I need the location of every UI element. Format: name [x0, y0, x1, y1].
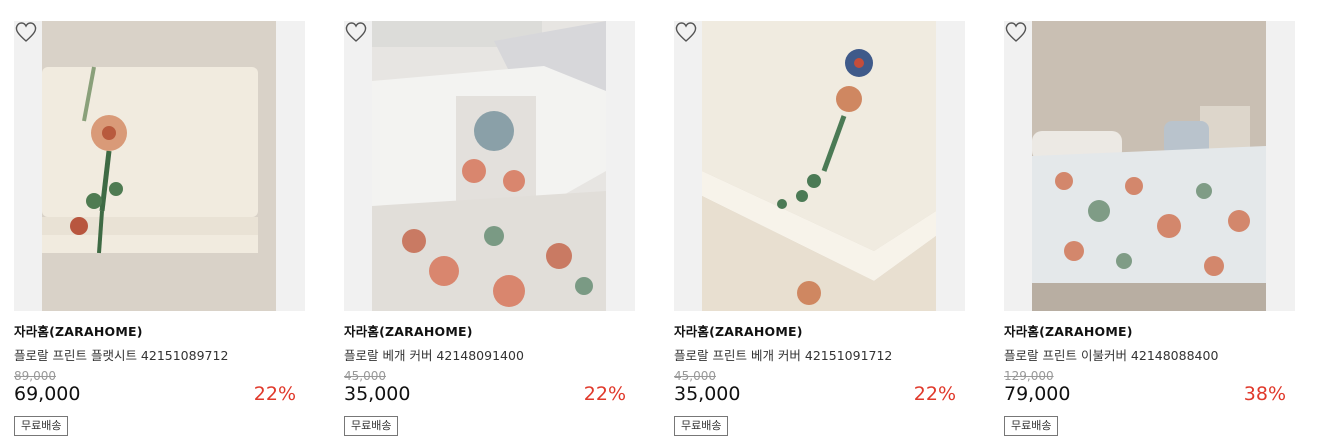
- original-price: 89,000: [14, 369, 56, 383]
- original-price: 45,000: [344, 369, 386, 383]
- brand-name[interactable]: 자라홈(ZARAHOME): [674, 321, 965, 340]
- product-name[interactable]: 플로랄 프린트 이불커버 42148088400: [1004, 345, 1295, 364]
- free-shipping-badge: 무료배송: [674, 416, 729, 436]
- free-shipping-badge: 무료배송: [14, 416, 69, 436]
- product-card[interactable]: 자라홈(ZARAHOME) 플로랄 프린트 플랫시트 42151089712 8…: [14, 21, 305, 436]
- product-grid: 자라홈(ZARAHOME) 플로랄 프린트 플랫시트 42151089712 8…: [0, 0, 1318, 448]
- product-name[interactable]: 플로랄 프린트 플랫시트 42151089712: [14, 345, 305, 364]
- product-card[interactable]: 자라홈(ZARAHOME) 플로랄 베개 커버 42148091400 45,0…: [344, 21, 635, 436]
- original-price: 129,000: [1004, 369, 1054, 383]
- brand-name[interactable]: 자라홈(ZARAHOME): [14, 321, 305, 340]
- product-image[interactable]: [674, 21, 965, 311]
- brand-name[interactable]: 자라홈(ZARAHOME): [344, 321, 635, 340]
- free-shipping-badge: 무료배송: [1004, 416, 1059, 436]
- product-name[interactable]: 플로랄 프린트 베개 커버 42151091712: [674, 345, 965, 364]
- product-image[interactable]: [1004, 21, 1295, 311]
- product-image[interactable]: [14, 21, 305, 311]
- sale-price: 79,000: [1004, 383, 1071, 405]
- product-card[interactable]: 자라홈(ZARAHOME) 플로랄 프린트 이불커버 42148088400 1…: [1004, 21, 1295, 436]
- heart-icon[interactable]: [14, 21, 38, 43]
- discount-rate: 38%: [1243, 383, 1286, 405]
- heart-icon[interactable]: [674, 21, 698, 43]
- original-price: 45,000: [674, 369, 716, 383]
- sale-price: 35,000: [674, 383, 741, 405]
- discount-rate: 22%: [253, 383, 296, 405]
- sale-price: 69,000: [14, 383, 81, 405]
- heart-icon[interactable]: [1004, 21, 1028, 43]
- heart-icon[interactable]: [344, 21, 368, 43]
- product-name[interactable]: 플로랄 베개 커버 42148091400: [344, 345, 635, 364]
- free-shipping-badge: 무료배송: [344, 416, 399, 436]
- brand-name[interactable]: 자라홈(ZARAHOME): [1004, 321, 1295, 340]
- product-image[interactable]: [344, 21, 635, 311]
- discount-rate: 22%: [913, 383, 956, 405]
- product-card[interactable]: 자라홈(ZARAHOME) 플로랄 프린트 베개 커버 42151091712 …: [674, 21, 965, 436]
- sale-price: 35,000: [344, 383, 411, 405]
- discount-rate: 22%: [583, 383, 626, 405]
